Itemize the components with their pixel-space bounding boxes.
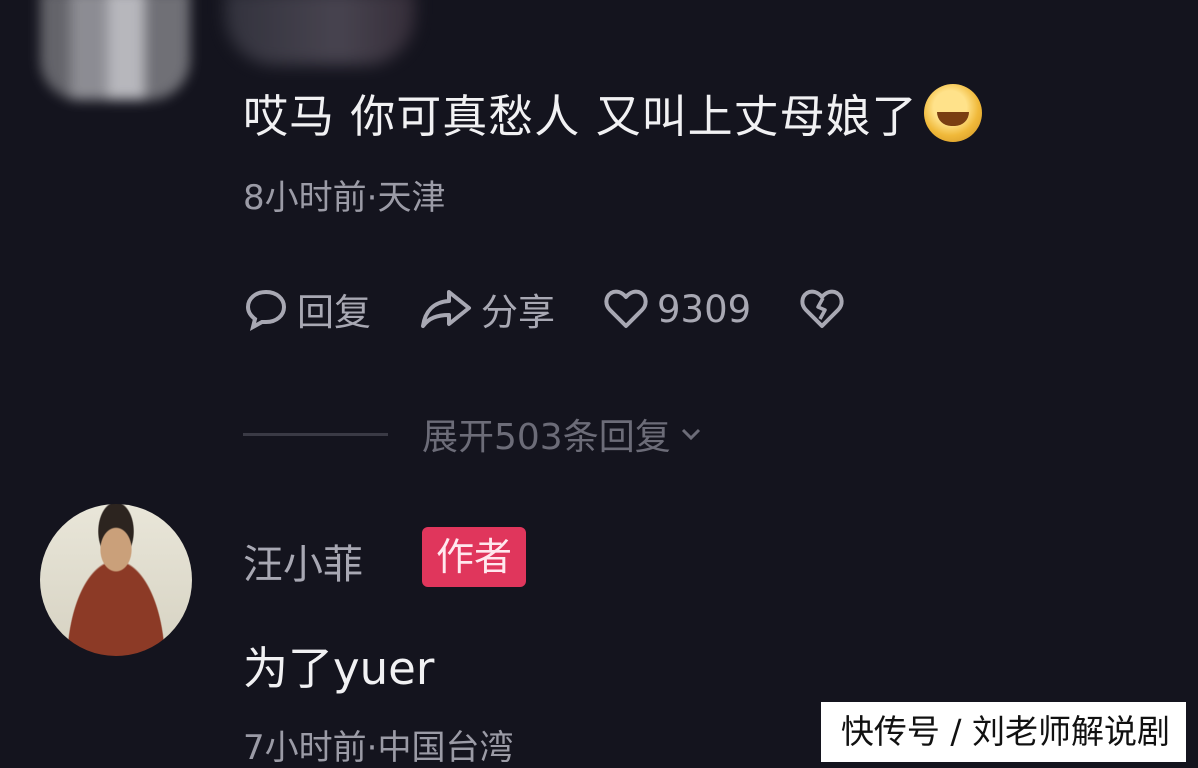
author-avatar[interactable] — [40, 504, 192, 656]
comment-actions: 回复 分享 9309 — [243, 282, 901, 336]
author-name[interactable]: 汪小菲 — [243, 532, 363, 590]
reply-meta: 7小时前·中国台湾 — [243, 728, 514, 768]
expand-replies[interactable]: 展开503条回复 — [243, 408, 705, 460]
share-label: 分享 — [481, 291, 555, 334]
like-count: 9309 — [657, 287, 752, 331]
share-button[interactable]: 分享 — [419, 282, 555, 336]
laughing-face-icon — [923, 83, 982, 142]
expand-replies-label: 展开503条回复 — [422, 417, 671, 458]
reply-bubble-icon — [245, 289, 287, 331]
comment-screen: 哎马 你可真愁人 又叫上丈母娘了 8小时前·天津 回复 分享 9309 展开50… — [0, 0, 1198, 768]
reply-button[interactable]: 回复 — [243, 282, 371, 336]
share-arrow-icon — [421, 290, 471, 328]
like-button[interactable]: 9309 — [603, 286, 751, 332]
watermark: 快传号 / 刘老师解说剧 — [820, 702, 1186, 762]
heart-icon — [604, 289, 648, 328]
comment-meta: 8小时前·天津 — [243, 178, 446, 218]
reply-text: 为了yuer — [243, 642, 435, 695]
comment-body: 哎马 你可真愁人 又叫上丈母娘了 — [243, 80, 982, 145]
broken-heart-icon — [800, 289, 844, 328]
chevron-down-icon — [681, 428, 700, 441]
author-badge: 作者 — [422, 527, 527, 587]
comment-text: 哎马 你可真愁人 又叫上丈母娘了 — [243, 90, 918, 143]
blurred-avatar — [40, 0, 190, 100]
divider — [243, 432, 388, 436]
blurred-avatar — [225, 0, 415, 65]
dislike-button[interactable] — [799, 286, 853, 332]
reply-label: 回复 — [297, 291, 371, 334]
